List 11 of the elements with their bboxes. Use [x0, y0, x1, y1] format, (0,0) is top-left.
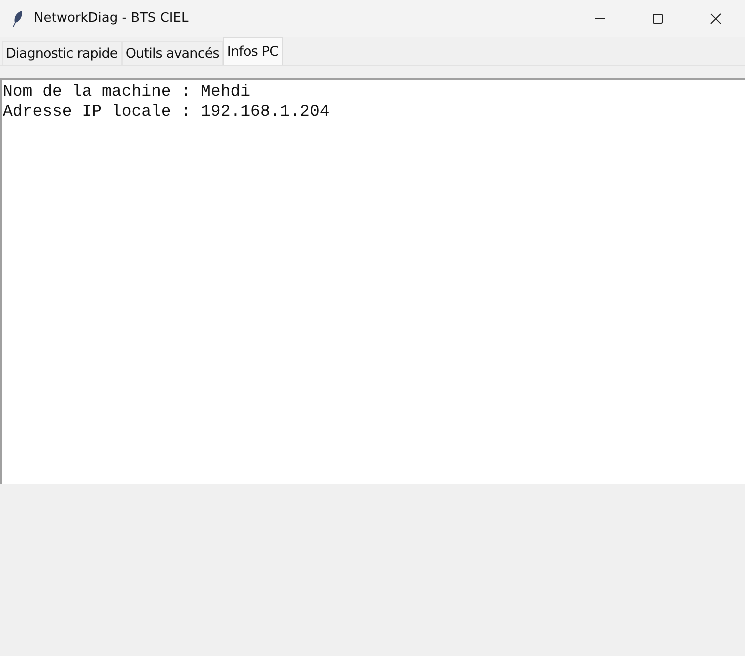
tab[interactable]: Infos PC: [223, 37, 283, 65]
feather-icon: [12, 10, 24, 28]
output-line: Nom de la machine : Mehdi: [3, 82, 251, 102]
text-area[interactable]: Nom de la machine : Mehdi Adresse IP locale : 192.168.1.204: [0, 78, 745, 484]
tab[interactable]: Outils avancés: [122, 41, 224, 65]
output-line: Adresse IP locale : 192.168.1.204: [3, 102, 330, 122]
minimize-icon: [595, 18, 605, 19]
window-title: NetworkDiag - BTS CIEL: [34, 11, 189, 26]
close-icon: [710, 12, 722, 24]
maximize-icon: [652, 12, 664, 24]
tab[interactable]: Diagnostic rapide: [2, 41, 122, 65]
